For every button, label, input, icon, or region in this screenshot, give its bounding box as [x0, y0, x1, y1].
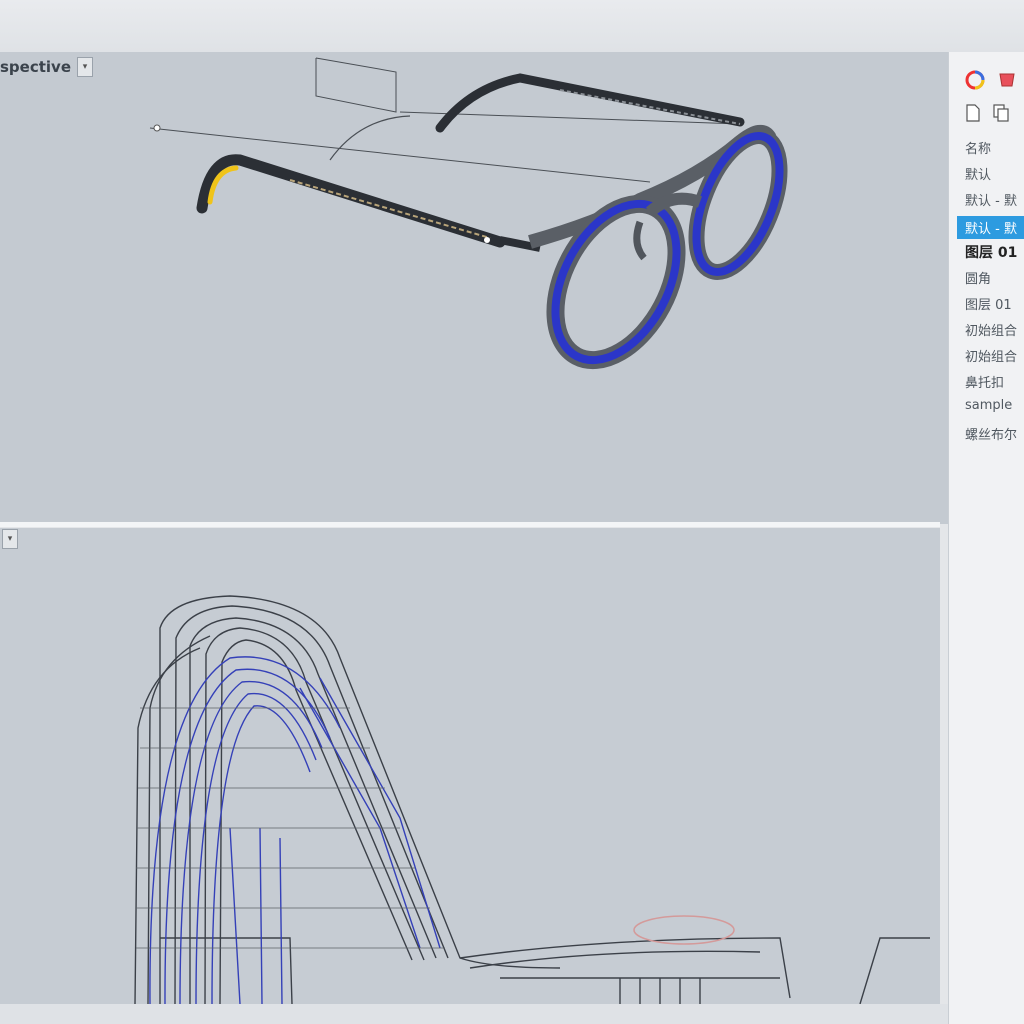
monitor-top-bezel [0, 0, 1024, 52]
layer-item[interactable]: 默认 - 默 [957, 216, 1024, 239]
layer-item[interactable]: 圆角 [965, 268, 991, 287]
layer-item[interactable]: 名称 [965, 138, 991, 157]
monitor-bottom-bezel [0, 1004, 948, 1024]
layer-item[interactable]: 初始组合 [965, 320, 1017, 339]
layers-panel: 名称 默认 默认 - 默默认 - 默图层 01 圆角 图层 01 初始组合 初始组合 鼻托扣 s… [948, 52, 1024, 1024]
layer-item[interactable]: 鼻托扣 [965, 372, 1004, 391]
wireframe-viewport[interactable]: ▾ [0, 528, 940, 1004]
layer-item[interactable]: 默认 - 默 [965, 190, 1017, 209]
layer-item[interactable]: 初始组合 [965, 346, 1017, 365]
perspective-viewport[interactable]: spective ▾ [0, 52, 948, 524]
wireframe-model[interactable] [0, 528, 940, 1004]
color-wheel-icon[interactable] [965, 70, 985, 90]
layer-item[interactable]: 螺丝布尔 [965, 424, 1017, 443]
panel-action-icons [965, 104, 1009, 122]
layer-item[interactable]: sample [965, 398, 1012, 413]
glasses-model[interactable] [0, 52, 948, 524]
panel-tab-icons [965, 70, 1017, 90]
layer-item[interactable]: 默认 [965, 164, 991, 183]
copy-icon[interactable] [993, 104, 1009, 122]
viewport-divider[interactable] [0, 522, 940, 527]
material-icon[interactable] [997, 70, 1017, 90]
new-file-icon[interactable] [965, 104, 981, 122]
layer-item[interactable]: 图层 01 [965, 242, 1017, 262]
layer-item[interactable]: 图层 01 [965, 294, 1012, 313]
